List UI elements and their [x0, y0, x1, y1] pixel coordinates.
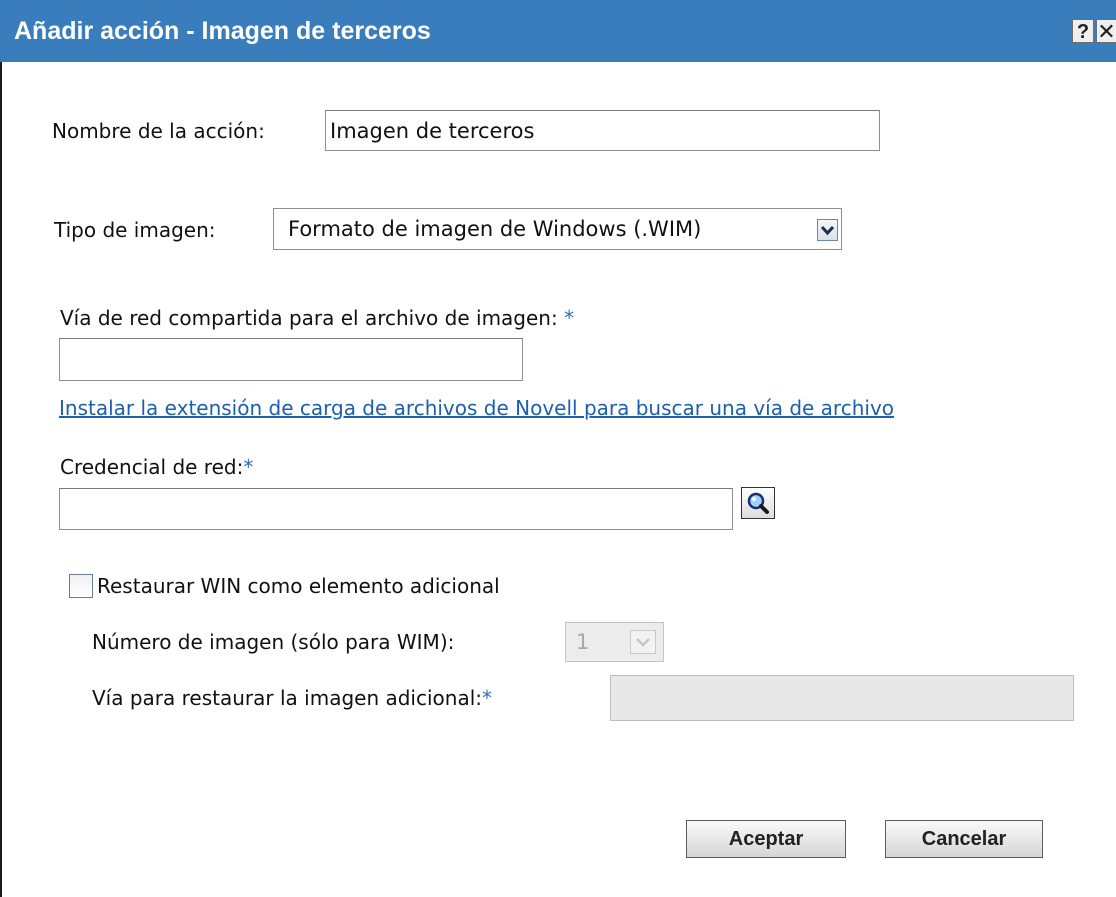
- required-marker: *: [243, 455, 254, 479]
- image-number-select[interactable]: 1: [565, 622, 664, 662]
- action-name-label: Nombre de la acción:: [52, 119, 265, 143]
- restore-path-label-text: Vía para restaurar la imagen adicional:: [92, 686, 482, 710]
- image-number-value: 1: [576, 630, 590, 654]
- image-type-value: Formato de imagen de Windows (.WIM): [288, 217, 702, 241]
- restore-path-input[interactable]: [610, 675, 1074, 721]
- magnifier-icon: [747, 492, 769, 514]
- image-number-label: Número de imagen (sólo para WIM):: [92, 630, 455, 654]
- image-type-select[interactable]: Formato de imagen de Windows (.WIM): [273, 208, 842, 250]
- action-name-input[interactable]: [325, 110, 880, 151]
- credential-label-text: Credencial de red:: [60, 455, 244, 479]
- required-marker: *: [482, 686, 492, 710]
- chevron-down-icon[interactable]: [630, 630, 656, 654]
- chevron-down-icon[interactable]: [817, 219, 838, 241]
- dialog-title: Añadir acción - Imagen de terceros: [14, 17, 431, 45]
- credential-browse-button[interactable]: [741, 487, 775, 519]
- restore-win-checkbox[interactable]: [69, 574, 93, 598]
- ok-button[interactable]: Aceptar: [686, 820, 846, 858]
- install-extension-link[interactable]: Instalar la extensión de carga de archiv…: [59, 396, 894, 420]
- cancel-button[interactable]: Cancelar: [885, 820, 1043, 858]
- share-path-label: Vía de red compartida para el archivo de…: [60, 306, 574, 330]
- restore-win-label[interactable]: Restaurar WIN como elemento adicional: [97, 574, 500, 598]
- credential-label: Credencial de red:*: [60, 455, 253, 479]
- restore-path-label: Vía para restaurar la imagen adicional:*: [92, 686, 492, 710]
- required-marker: *: [564, 306, 575, 330]
- dialog-titlebar: Añadir acción - Imagen de terceros ? ✕: [0, 0, 1116, 62]
- dialog-border: [0, 62, 2, 897]
- share-path-input[interactable]: [59, 338, 523, 381]
- share-path-label-text: Vía de red compartida para el archivo de…: [60, 306, 558, 330]
- close-button[interactable]: ✕: [1096, 19, 1116, 44]
- image-type-label: Tipo de imagen:: [54, 218, 216, 242]
- help-button[interactable]: ?: [1072, 19, 1094, 43]
- credential-input[interactable]: [59, 488, 733, 530]
